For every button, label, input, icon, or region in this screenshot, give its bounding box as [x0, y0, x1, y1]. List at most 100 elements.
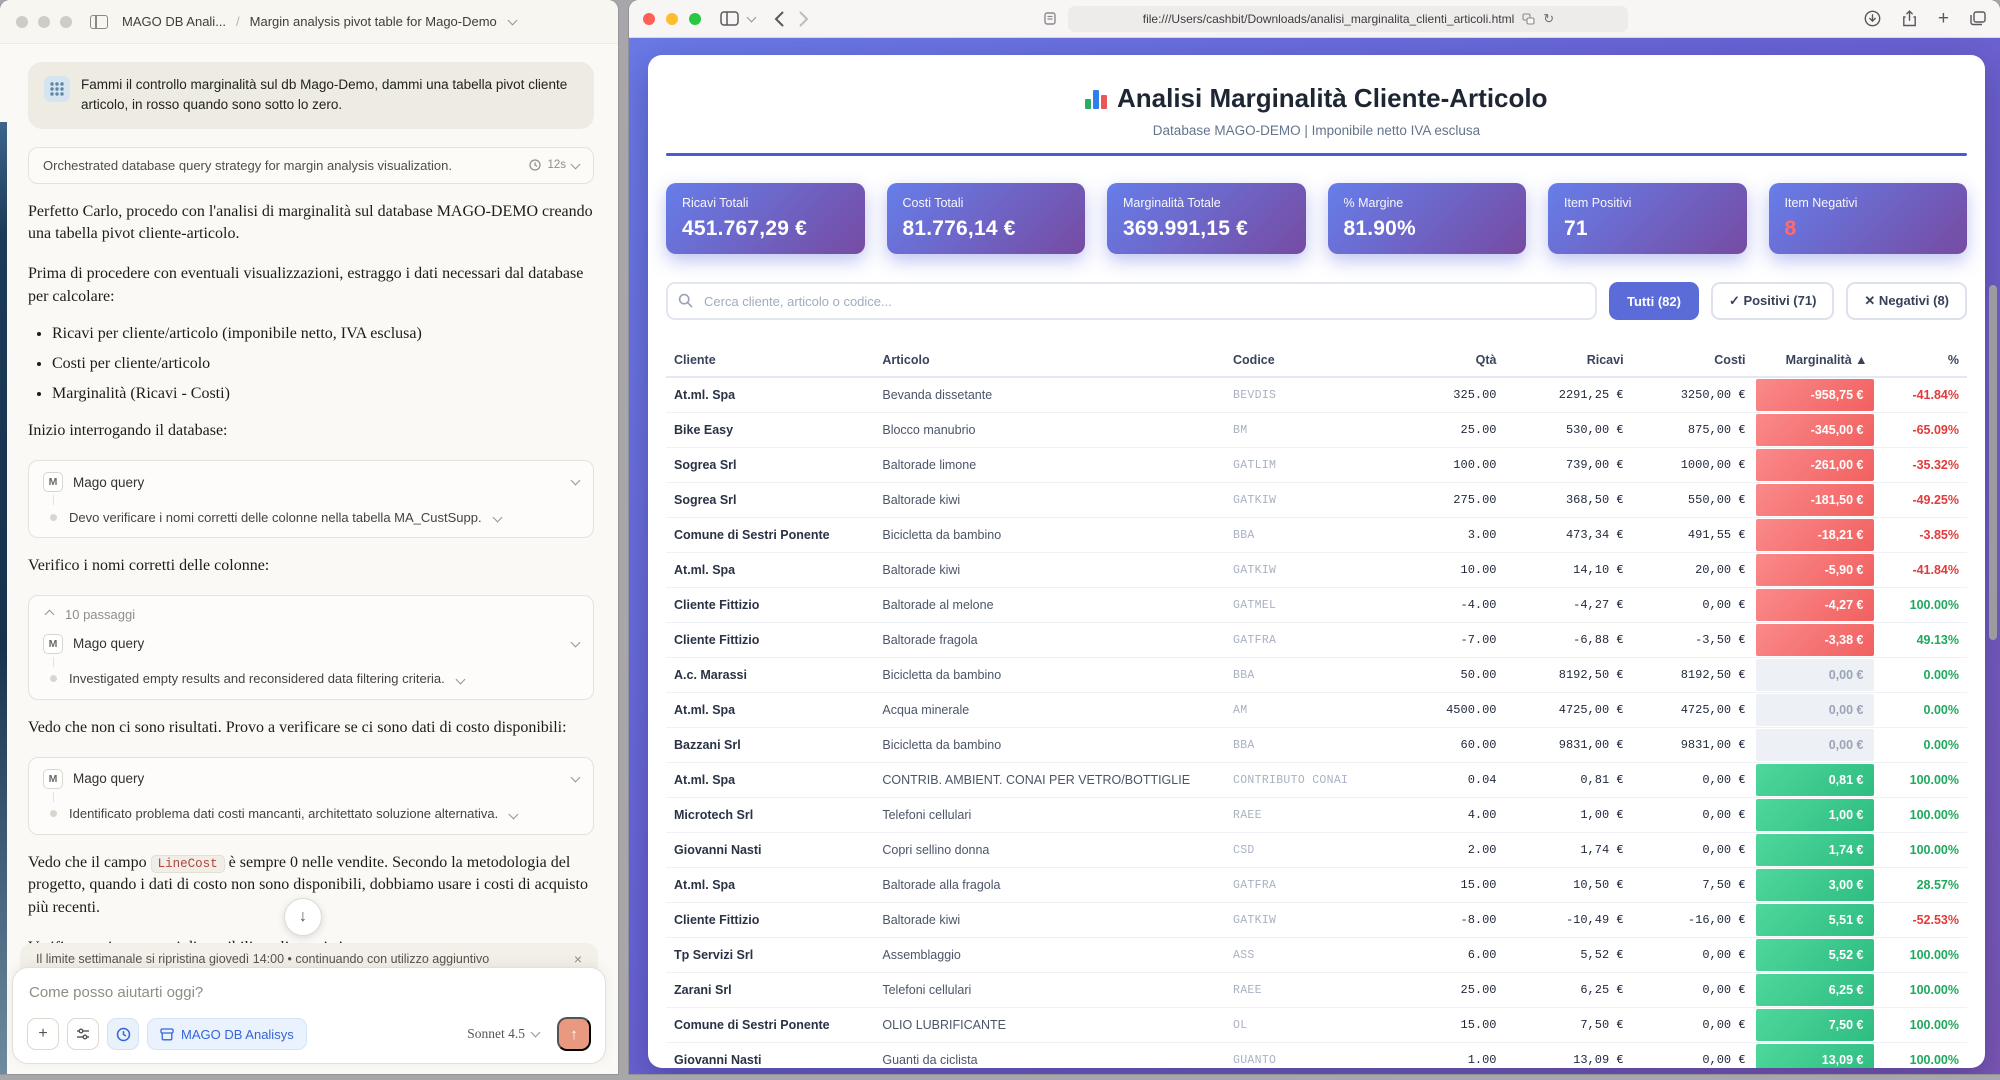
step-dot-icon	[50, 810, 57, 817]
margin-chip: -181,50 €	[1756, 484, 1874, 516]
tool-call-card[interactable]: M Mago query ⚠ Devo verificare i no	[28, 460, 594, 538]
send-button[interactable]: ↑	[557, 1017, 591, 1051]
cell-ricavi: -10,49 €	[1505, 903, 1632, 938]
tool-steps-row[interactable]: 10 passaggi	[43, 607, 579, 622]
table-row: Zarani Srl Telefoni cellulari RAEE 25.00…	[666, 973, 1967, 1008]
column-header-costi[interactable]: Costi	[1632, 344, 1754, 377]
cell-pct: 100.00%	[1876, 1008, 1968, 1043]
tool-title-row[interactable]: M Mago query ⚠	[43, 634, 579, 654]
cell-qta: 15.00	[1413, 1008, 1504, 1043]
breadcrumb-separator: /	[236, 14, 240, 29]
report-page: Analisi Marginalità Cliente-Articolo Dat…	[629, 38, 2000, 1074]
chevron-down-icon[interactable]	[509, 809, 519, 819]
column-header-ricavi[interactable]: Ricavi	[1505, 344, 1632, 377]
history-button[interactable]	[107, 1018, 139, 1050]
cell-ricavi: 530,00 €	[1505, 413, 1632, 448]
chevron-down-icon[interactable]	[455, 674, 465, 684]
chevron-down-icon[interactable]	[507, 15, 517, 25]
column-header-pct[interactable]: %	[1876, 344, 1968, 377]
tool-call-card[interactable]: M Mago query ⚠ Identificato problem	[28, 757, 594, 835]
kpi-label: Item Positivi	[1564, 196, 1731, 210]
address-bar[interactable]: file:///Users/cashbit/Downloads/analisi_…	[1068, 6, 1628, 32]
column-header-qta[interactable]: Qtà	[1413, 344, 1504, 377]
column-header-articolo[interactable]: Articolo	[874, 344, 1225, 377]
cell-cliente: Cliente Fittizio	[666, 623, 874, 658]
tool-call-card[interactable]: 10 passaggi M Mago query ⚠	[28, 595, 594, 700]
tool-title-row[interactable]: M Mago query ⚠	[43, 769, 579, 789]
share-icon[interactable]	[1902, 10, 1917, 27]
new-tab-icon[interactable]: +	[1938, 8, 1949, 30]
margin-chip: -5,90 €	[1756, 554, 1874, 586]
cell-pct: 100.00%	[1876, 833, 1968, 868]
filter-button[interactable]: Tutti (82)	[1609, 282, 1699, 320]
attach-button[interactable]: +	[27, 1018, 59, 1050]
column-header-cliente[interactable]: Cliente	[666, 344, 874, 377]
cell-codice: AM	[1225, 693, 1413, 728]
model-selector[interactable]: Sonnet 4.5	[467, 1026, 539, 1042]
downloads-icon[interactable]	[1864, 10, 1881, 27]
translate-icon[interactable]	[1522, 13, 1535, 25]
cell-codice: ASS	[1225, 938, 1413, 973]
cell-codice: CSD	[1225, 833, 1413, 868]
page-settings-icon[interactable]	[1044, 12, 1059, 25]
forward-button[interactable]	[799, 11, 809, 27]
chevron-down-icon[interactable]	[747, 13, 757, 23]
close-window-button[interactable]	[16, 16, 28, 28]
reload-icon[interactable]: ↻	[1543, 11, 1554, 27]
tool-note-row[interactable]: Devo verificare i nomi corretti delle co…	[43, 508, 579, 526]
cell-articolo: Baltorade al melone	[874, 588, 1225, 623]
page-scrollbar[interactable]	[1989, 285, 1997, 640]
tool-note-row[interactable]: Investigated empty results and reconside…	[43, 670, 579, 688]
cell-ricavi: 8192,50 €	[1505, 658, 1632, 693]
cell-marginalita: -958,75 €	[1754, 377, 1876, 413]
assistant-paragraph: Perfetto Carlo, procedo con l'analisi di…	[28, 201, 594, 246]
close-icon[interactable]: ×	[574, 952, 582, 966]
cell-articolo: Telefoni cellulari	[874, 973, 1225, 1008]
zoom-window-button[interactable]	[60, 16, 72, 28]
table-row: At.ml. Spa CONTRIB. AMBIENT. CONAI PER V…	[666, 763, 1967, 798]
table-row: At.ml. Spa Baltorade kiwi GATKIW 10.00 1…	[666, 553, 1967, 588]
chevron-down-icon[interactable]	[571, 772, 581, 782]
cell-marginalita: -261,00 €	[1754, 448, 1876, 483]
tool-title-row[interactable]: M Mago query ⚠	[43, 472, 579, 492]
conversation-title[interactable]: Margin analysis pivot table for Mago-Dem…	[250, 14, 497, 29]
scroll-to-bottom-button[interactable]: ↓	[284, 898, 322, 936]
column-header-codice[interactable]: Codice	[1225, 344, 1413, 377]
cell-cliente: Cliente Fittizio	[666, 903, 874, 938]
zoom-window-button[interactable]	[689, 13, 701, 25]
tool-note: Investigated empty results and reconside…	[69, 671, 445, 686]
margin-chip: 0,81 €	[1756, 764, 1874, 796]
tab-overview-icon[interactable]	[1970, 11, 1986, 26]
project-pill[interactable]: MAGO DB Analisys	[147, 1018, 307, 1050]
column-header-marginalita[interactable]: Marginalità ▲	[1754, 344, 1876, 377]
sidebar-toggle-icon[interactable]	[90, 15, 108, 29]
chevron-down-icon[interactable]	[492, 513, 502, 523]
kpi-label: Ricavi Totali	[682, 196, 849, 210]
chevron-down-icon[interactable]	[571, 476, 581, 486]
cell-articolo: Acqua minerale	[874, 693, 1225, 728]
sidebar-toggle-icon[interactable]	[720, 11, 739, 26]
minimize-window-button[interactable]	[666, 13, 678, 25]
margin-chip: -3,38 €	[1756, 624, 1874, 656]
margin-chip: -18,21 €	[1756, 519, 1874, 551]
mago-tool-icon: M	[43, 769, 63, 789]
chevron-down-icon[interactable]	[571, 637, 581, 647]
back-button[interactable]	[774, 11, 784, 27]
table-row: Comune di Sestri Ponente Bicicletta da b…	[666, 518, 1967, 553]
filter-button[interactable]: ✓ Positivi (71)	[1711, 282, 1834, 320]
filter-button[interactable]: ✕ Negativi (8)	[1846, 282, 1967, 320]
tools-button[interactable]	[67, 1018, 99, 1050]
workspace-name[interactable]: MAGO DB Anali...	[122, 14, 226, 29]
usage-limit-text: Il limite settimanale si ripristina giov…	[36, 952, 489, 966]
thought-summary[interactable]: Orchestrated database query strategy for…	[28, 147, 594, 184]
tool-note-row[interactable]: Identificato problema dati costi mancant…	[43, 805, 579, 823]
cell-qta: -4.00	[1413, 588, 1504, 623]
claude-window: MAGO DB Anali... / Margin analysis pivot…	[0, 0, 618, 1074]
close-window-button[interactable]	[643, 13, 655, 25]
message-input[interactable]: Come posso aiutarti oggi?	[29, 984, 589, 1001]
minimize-window-button[interactable]	[38, 16, 50, 28]
cell-qta: 10.00	[1413, 553, 1504, 588]
cell-qta: 325.00	[1413, 377, 1504, 413]
search-input[interactable]	[666, 282, 1597, 320]
cell-marginalita: -4,27 €	[1754, 588, 1876, 623]
